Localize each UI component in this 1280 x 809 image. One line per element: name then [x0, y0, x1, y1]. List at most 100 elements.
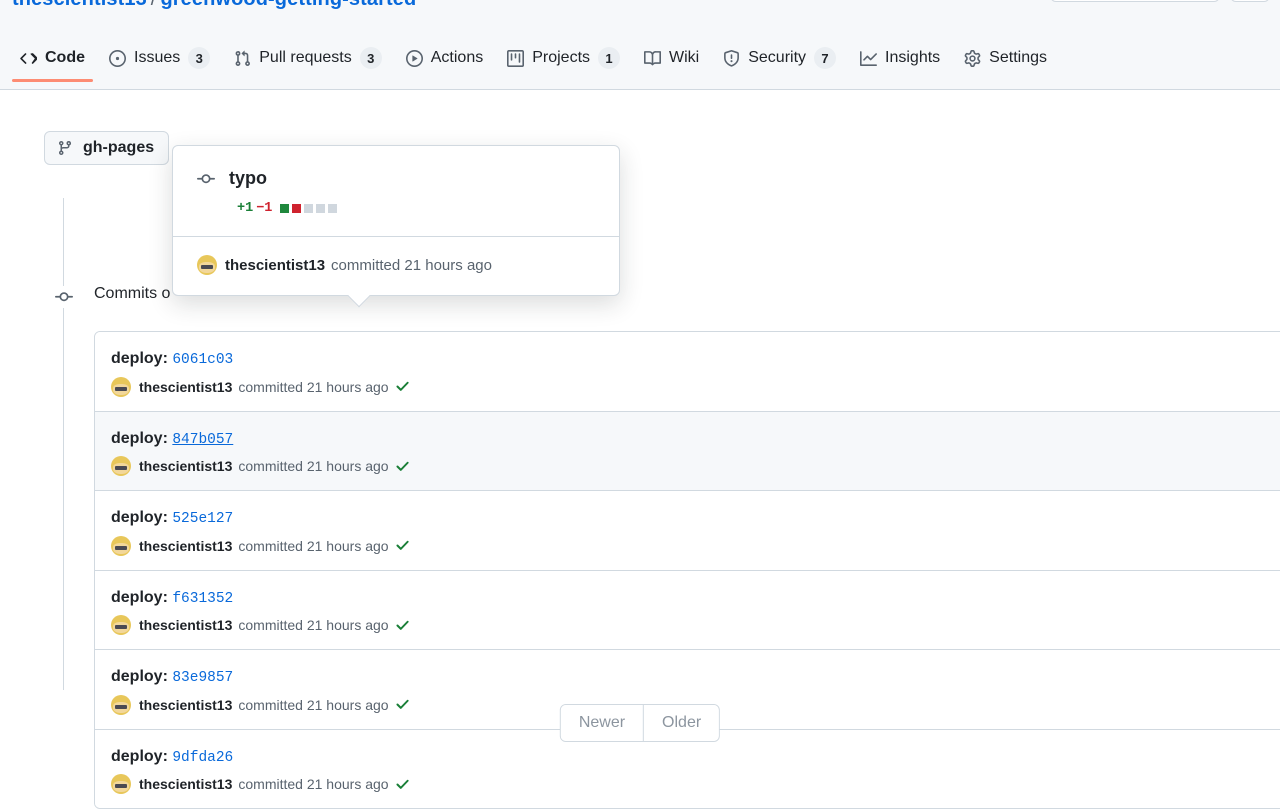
diffstat-additions: +1 — [237, 201, 253, 216]
tab-security[interactable]: Security 7 — [715, 34, 844, 82]
avatar — [111, 456, 131, 476]
avatar — [111, 695, 131, 715]
git-commit-node-icon — [53, 286, 75, 308]
pagination: Newer Older — [560, 704, 720, 742]
tab-code-label: Code — [45, 49, 85, 67]
tab-insights[interactable]: Insights — [852, 34, 948, 82]
commit-sha-link[interactable]: 83e9857 — [172, 670, 233, 686]
status-check-success-icon[interactable] — [395, 538, 410, 553]
status-check-success-icon[interactable] — [395, 777, 410, 792]
hovercard-author[interactable]: thescientist13 — [225, 257, 325, 274]
hovercard-top: typo +1 −1 — [173, 146, 619, 236]
tab-issues-label: Issues — [134, 49, 180, 67]
shield-icon — [723, 50, 740, 67]
commit-row-main: deploy: 847b057 thescientist13 committed… — [111, 428, 1280, 477]
tab-projects-label: Projects — [532, 49, 590, 67]
tab-actions-label: Actions — [431, 49, 483, 67]
table-row[interactable]: deploy: f631352 thescientist13 committed… — [95, 571, 1280, 651]
table-row[interactable]: deploy: 6061c03 thescientist13 committed… — [95, 332, 1280, 412]
tab-pull-requests[interactable]: Pull requests 3 — [226, 34, 390, 82]
commit-sha-link[interactable]: 9dfda26 — [172, 750, 233, 766]
diffstat-block-green — [280, 204, 289, 213]
avatar — [111, 536, 131, 556]
diffstat-block-neutral — [304, 204, 313, 213]
breadcrumb-owner[interactable]: thescientist13 — [12, 0, 147, 10]
breadcrumb-separator: / — [147, 0, 161, 10]
commit-sha-link[interactable]: 847b057 — [172, 432, 233, 448]
commit-sha-link[interactable]: f631352 — [172, 591, 233, 607]
commit-title-prefix: deploy: — [111, 509, 168, 526]
breadcrumb: thescientist13/greenwood-getting-started — [12, 0, 416, 11]
pagination-older-button[interactable]: Older — [643, 705, 719, 741]
avatar — [111, 377, 131, 397]
commit-timestamp: committed 21 hours ago — [238, 458, 388, 474]
commit-title: deploy: 9dfda26 — [111, 746, 1280, 769]
pagination-newer-button[interactable]: Newer — [561, 705, 643, 741]
branch-selector-button[interactable]: gh-pages — [44, 131, 169, 165]
diffstat-deletions: −1 — [256, 201, 272, 216]
issue-opened-icon — [109, 50, 126, 67]
commit-title-prefix: deploy: — [111, 350, 168, 367]
hovercard-timestamp: committed 21 hours ago — [331, 257, 492, 274]
graph-icon — [860, 50, 877, 67]
commit-meta: thescientist13 committed 21 hours ago — [111, 615, 1280, 635]
commit-title-prefix: deploy: — [111, 430, 168, 447]
commit-author[interactable]: thescientist13 — [139, 458, 232, 474]
commit-author[interactable]: thescientist13 — [139, 538, 232, 554]
status-check-success-icon[interactable] — [395, 697, 410, 712]
tab-wiki[interactable]: Wiki — [636, 34, 707, 82]
commit-meta: thescientist13 committed 21 hours ago — [111, 377, 1280, 397]
commit-author[interactable]: thescientist13 — [139, 379, 232, 395]
commits-group-heading: Commits o — [94, 285, 170, 303]
book-icon — [644, 50, 661, 67]
command-palette-button[interactable] — [1230, 0, 1270, 2]
tab-settings[interactable]: Settings — [956, 34, 1055, 82]
diffstat-block-neutral — [328, 204, 337, 213]
commit-author[interactable]: thescientist13 — [139, 697, 232, 713]
diffstat-block-neutral — [316, 204, 325, 213]
commit-author[interactable]: thescientist13 — [139, 617, 232, 633]
branch-selector-label: gh-pages — [83, 139, 154, 157]
commit-meta: thescientist13 committed 21 hours ago — [111, 456, 1280, 476]
avatar — [111, 774, 131, 794]
code-icon — [20, 50, 37, 67]
status-check-success-icon[interactable] — [395, 459, 410, 474]
search-input[interactable] — [1050, 0, 1220, 2]
tab-actions[interactable]: Actions — [398, 34, 491, 82]
tab-code[interactable]: Code — [12, 34, 93, 82]
tab-issues[interactable]: Issues 3 — [101, 34, 218, 82]
commit-sha-link[interactable]: 6061c03 — [172, 352, 233, 368]
commit-meta: thescientist13 committed 21 hours ago — [111, 774, 1280, 794]
commit-timestamp: committed 21 hours ago — [238, 379, 388, 395]
tab-wiki-label: Wiki — [669, 49, 699, 67]
commit-timestamp: committed 21 hours ago — [238, 617, 388, 633]
tab-security-counter: 7 — [814, 47, 836, 69]
tab-projects-counter: 1 — [598, 47, 620, 69]
commit-title: deploy: 6061c03 — [111, 348, 1280, 371]
status-check-success-icon[interactable] — [395, 618, 410, 633]
tab-pull-requests-label: Pull requests — [259, 49, 352, 67]
commit-row-main: deploy: 6061c03 thescientist13 committed… — [111, 348, 1280, 397]
hovercard-commit-title[interactable]: typo — [229, 168, 267, 189]
avatar — [111, 615, 131, 635]
commit-title: deploy: 83e9857 — [111, 666, 1280, 689]
hovercard-title-row: typo — [197, 168, 595, 189]
status-check-success-icon[interactable] — [395, 379, 410, 394]
commit-author[interactable]: thescientist13 — [139, 776, 232, 792]
tab-security-label: Security — [748, 49, 806, 67]
commit-meta: thescientist13 committed 21 hours ago — [111, 536, 1280, 556]
commit-timestamp: committed 21 hours ago — [238, 697, 388, 713]
table-row[interactable]: deploy: 847b057 thescientist13 committed… — [95, 412, 1280, 492]
timeline-rail — [63, 198, 64, 690]
tab-issues-counter: 3 — [188, 47, 210, 69]
commit-sha-link[interactable]: 525e127 — [172, 511, 233, 527]
diffstat-block-red — [292, 204, 301, 213]
commit-title-prefix: deploy: — [111, 668, 168, 685]
commit-title-prefix: deploy: — [111, 748, 168, 765]
tab-insights-label: Insights — [885, 49, 940, 67]
breadcrumb-repo[interactable]: greenwood-getting-started — [160, 0, 416, 10]
table-row[interactable]: deploy: 525e127 thescientist13 committed… — [95, 491, 1280, 571]
tab-projects[interactable]: Projects 1 — [499, 34, 628, 82]
hovercard-bottom: thescientist13 committed 21 hours ago — [173, 237, 619, 295]
tab-settings-label: Settings — [989, 49, 1047, 67]
